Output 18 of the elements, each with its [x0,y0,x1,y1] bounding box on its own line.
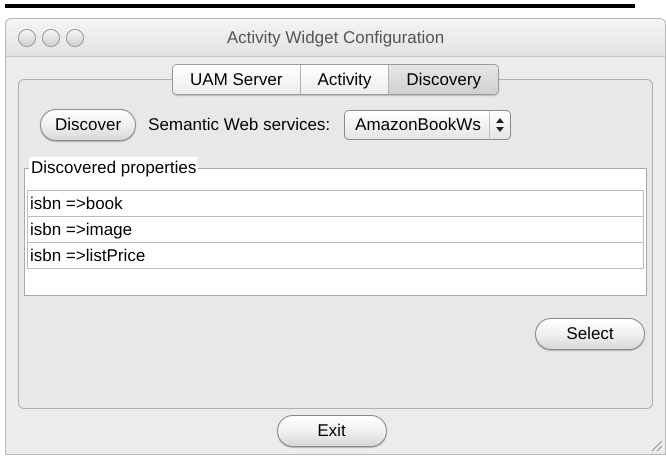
property-item[interactable]: isbn =>image [27,216,644,243]
window-control-button[interactable] [66,28,84,46]
property-item[interactable]: isbn =>book [27,190,644,217]
tab[interactable]: Discovery [388,65,498,94]
tab[interactable]: UAM Server [172,65,300,94]
services-label: Semantic Web services: [148,114,330,136]
resize-grip-icon[interactable] [649,438,663,452]
select-button[interactable]: Select [535,318,645,350]
window-control-button[interactable] [18,28,36,46]
window-control-button[interactable] [42,28,60,46]
properties-title: Discovered properties [29,157,198,179]
services-dropdown[interactable]: AmazonBookWs [344,110,511,140]
property-item[interactable]: isbn =>listPrice [27,242,644,269]
tab[interactable]: Activity [300,65,388,94]
up-down-arrows-icon [496,118,504,132]
exit-button[interactable]: Exit [276,415,386,447]
window-title: Activity Widget Configuration [226,26,444,49]
discover-button[interactable]: Discover [40,109,136,141]
